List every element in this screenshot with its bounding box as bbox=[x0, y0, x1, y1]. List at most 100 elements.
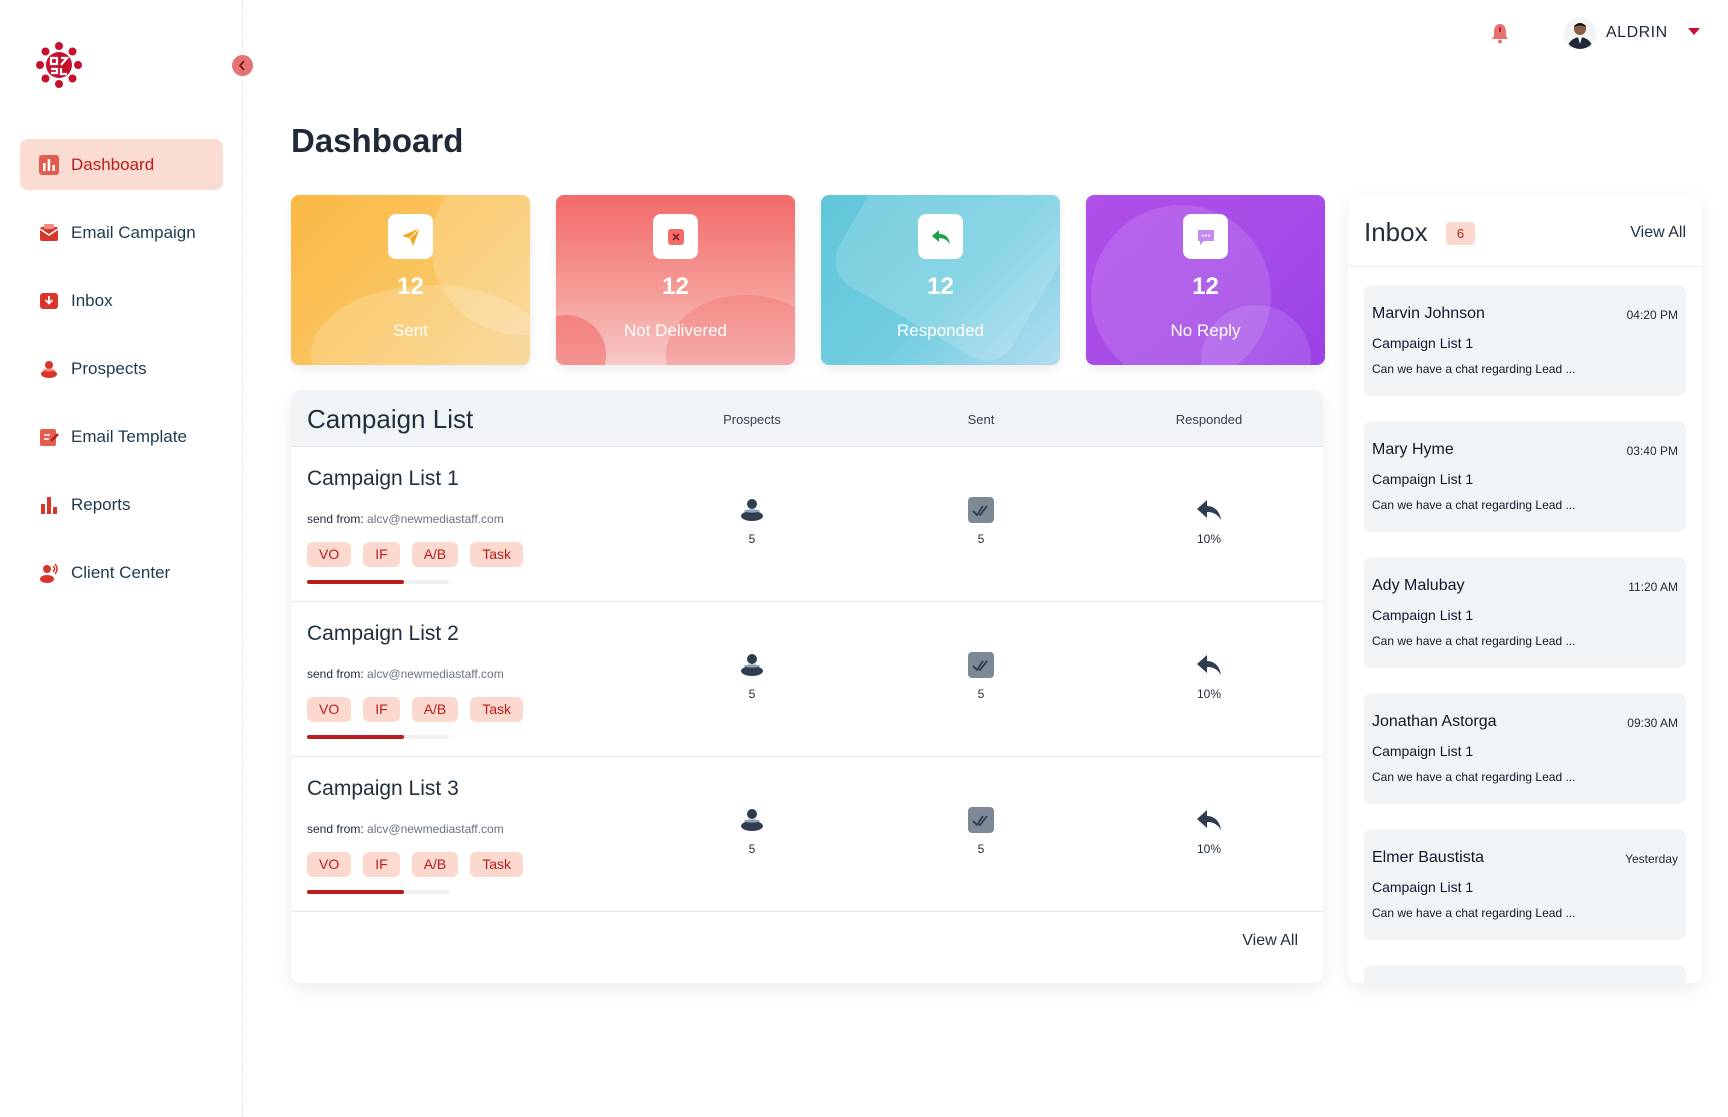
sent-count: 5 bbox=[977, 687, 985, 701]
campaign-view-all-link[interactable]: View All bbox=[1242, 932, 1298, 950]
message-sender: Elmer Baustista bbox=[1372, 849, 1485, 866]
campaign-list-panel: Campaign List Prospects Sent Responded C… bbox=[291, 390, 1323, 983]
chip-ab[interactable]: A/B bbox=[411, 542, 459, 567]
inbox-message[interactable]: Elmer Baustista Yesterday Campaign List … bbox=[1364, 829, 1686, 940]
chip-if[interactable]: IF bbox=[363, 697, 400, 722]
send-from-email: alcv@newmediastaff.com bbox=[367, 667, 504, 681]
edit-template-icon bbox=[38, 426, 60, 448]
message-time: Yesterday bbox=[1625, 852, 1678, 866]
prospects-metric: 5 bbox=[712, 497, 792, 546]
responded-metric: 10% bbox=[1169, 652, 1249, 701]
message-preview: Can we have a chat regarding Lead ... bbox=[1372, 906, 1576, 920]
inbox-count-badge: 6 bbox=[1446, 222, 1475, 245]
message-preview: Can we have a chat regarding Lead ... bbox=[1372, 770, 1576, 784]
inbox-message-partial[interactable] bbox=[1364, 965, 1686, 983]
campaign-name[interactable]: Campaign List 2 bbox=[307, 622, 459, 646]
campaign-row[interactable]: Campaign List 1 send from: alcv@newmedia… bbox=[291, 447, 1323, 602]
campaign-progress-fill bbox=[307, 890, 404, 894]
inbox-header: Inbox 6 View All bbox=[1348, 195, 1702, 267]
message-campaign: Campaign List 1 bbox=[1372, 879, 1474, 895]
campaign-progress bbox=[307, 580, 449, 584]
inbox-message[interactable]: Marvin Johnson 04:20 PM Campaign List 1 … bbox=[1364, 285, 1686, 396]
inbox-message[interactable]: Ady Malubay 11:20 AM Campaign List 1 Can… bbox=[1364, 557, 1686, 668]
stat-label: Responded bbox=[897, 321, 984, 340]
chip-ab[interactable]: A/B bbox=[411, 697, 459, 722]
sidebar-item-label: Client Center bbox=[71, 562, 171, 582]
inbox-message[interactable]: Mary Hyme 03:40 PM Campaign List 1 Can w… bbox=[1364, 421, 1686, 532]
chip-vo[interactable]: VO bbox=[307, 697, 352, 722]
message-time: 04:20 PM bbox=[1626, 308, 1678, 322]
sidebar-item-label: Email Template bbox=[71, 426, 187, 446]
sidebar-nav: Dashboard Email Campaign Inbox Prospects… bbox=[20, 139, 223, 615]
avatar[interactable] bbox=[1564, 17, 1596, 49]
chip-task[interactable]: Task bbox=[470, 697, 524, 722]
message-time: 03:40 PM bbox=[1626, 444, 1678, 458]
collapse-sidebar-button[interactable] bbox=[232, 55, 253, 76]
prospects-icon bbox=[712, 807, 792, 833]
message-preview: Can we have a chat regarding Lead ... bbox=[1372, 634, 1576, 648]
email-campaign-icon bbox=[38, 222, 60, 244]
page-title: Dashboard bbox=[291, 122, 464, 159]
chip-task[interactable]: Task bbox=[470, 542, 524, 567]
stat-card-sent[interactable]: 12 Sent bbox=[291, 195, 530, 365]
sidebar-item-inbox[interactable]: Inbox bbox=[20, 275, 223, 326]
stat-card-responded[interactable]: 12 Responded bbox=[821, 195, 1060, 365]
chip-if[interactable]: IF bbox=[363, 542, 400, 567]
sent-metric: 5 bbox=[941, 497, 1021, 546]
prospects-metric: 5 bbox=[712, 652, 792, 701]
campaign-chips: VO IF A/B Task bbox=[307, 697, 524, 722]
campaign-row[interactable]: Campaign List 2 send from: alcv@newmedia… bbox=[291, 602, 1323, 757]
bar-chart-icon bbox=[38, 494, 60, 516]
send-from-email: alcv@newmediastaff.com bbox=[367, 512, 504, 526]
prospects-count: 5 bbox=[748, 842, 756, 856]
sidebar-item-client-center[interactable]: Client Center bbox=[20, 547, 223, 598]
message-sender: Jonathan Astorga bbox=[1372, 713, 1497, 730]
sent-metric: 5 bbox=[941, 652, 1021, 701]
company-logo[interactable] bbox=[34, 40, 84, 90]
campaign-progress bbox=[307, 735, 449, 739]
inbox-message[interactable]: Jonathan Astorga 09:30 AM Campaign List … bbox=[1364, 693, 1686, 804]
send-from: send from: alcv@newmediastaff.com bbox=[307, 512, 504, 526]
prospects-count: 5 bbox=[748, 687, 756, 701]
stat-value: 12 bbox=[927, 273, 954, 300]
chip-vo[interactable]: VO bbox=[307, 852, 352, 877]
stat-card-not-delivered[interactable]: 12 Not Delivered bbox=[556, 195, 795, 365]
campaign-list-header: Campaign List Prospects Sent Responded bbox=[291, 390, 1323, 447]
sent-count: 5 bbox=[977, 842, 985, 856]
chip-ab[interactable]: A/B bbox=[411, 852, 459, 877]
sidebar-item-reports[interactable]: Reports bbox=[20, 479, 223, 530]
chip-task[interactable]: Task bbox=[470, 852, 524, 877]
prospects-icon bbox=[712, 652, 792, 678]
campaign-name[interactable]: Campaign List 1 bbox=[307, 467, 459, 491]
responded-rate: 10% bbox=[1196, 842, 1222, 856]
prospects-count: 5 bbox=[748, 532, 756, 546]
campaign-chips: VO IF A/B Task bbox=[307, 852, 524, 877]
responded-metric: 10% bbox=[1169, 807, 1249, 856]
double-check-icon bbox=[941, 807, 1021, 833]
notification-bell-icon[interactable] bbox=[1490, 22, 1510, 44]
campaign-row[interactable]: Campaign List 3 send from: alcv@newmedia… bbox=[291, 757, 1323, 912]
stat-card-no-reply[interactable]: 12 No Reply bbox=[1086, 195, 1325, 365]
reply-icon bbox=[918, 214, 963, 259]
caret-down-icon[interactable] bbox=[1686, 24, 1702, 40]
send-from: send from: alcv@newmediastaff.com bbox=[307, 822, 504, 836]
message-campaign: Campaign List 1 bbox=[1372, 743, 1474, 759]
user-name[interactable]: ALDRIN bbox=[1606, 24, 1668, 42]
send-from-email: alcv@newmediastaff.com bbox=[367, 822, 504, 836]
responded-rate: 10% bbox=[1196, 687, 1222, 701]
sidebar-item-dashboard[interactable]: Dashboard bbox=[20, 139, 223, 190]
double-check-icon bbox=[941, 652, 1021, 678]
chip-if[interactable]: IF bbox=[363, 852, 400, 877]
prospects-metric: 5 bbox=[712, 807, 792, 856]
send-icon bbox=[388, 214, 433, 259]
inbox-view-all-link[interactable]: View All bbox=[1630, 224, 1686, 242]
sidebar-item-prospects[interactable]: Prospects bbox=[20, 343, 223, 394]
responded-rate: 10% bbox=[1196, 532, 1222, 546]
sidebar-item-email-campaign[interactable]: Email Campaign bbox=[20, 207, 223, 258]
message-sender: Ady Malubay bbox=[1372, 577, 1465, 594]
chip-vo[interactable]: VO bbox=[307, 542, 352, 567]
sidebar-item-email-template[interactable]: Email Template bbox=[20, 411, 223, 462]
campaign-name[interactable]: Campaign List 3 bbox=[307, 777, 459, 801]
send-from-label: send from: bbox=[307, 512, 364, 526]
sent-count: 5 bbox=[977, 532, 985, 546]
